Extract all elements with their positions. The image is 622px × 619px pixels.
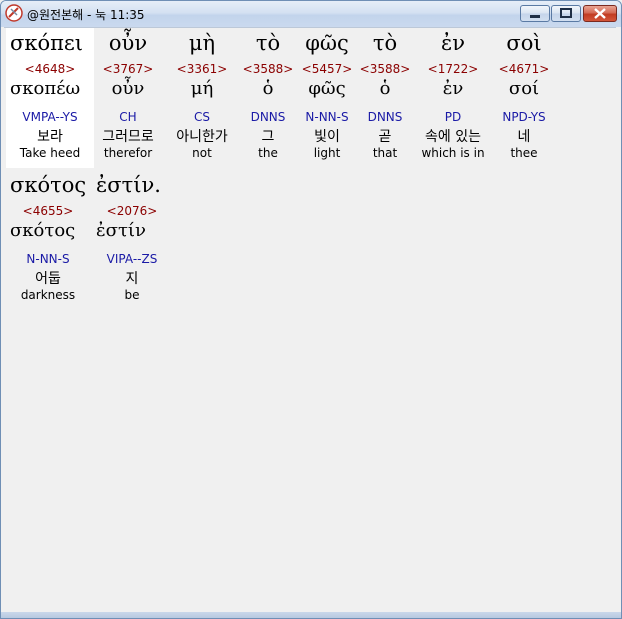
greek-lemma: φῶς [308, 78, 346, 99]
korean-gloss: 아니한가 [176, 129, 228, 145]
greek-word: φῶς [305, 31, 349, 55]
english-gloss: the [258, 146, 278, 160]
greek-word: ἐστίν. [96, 173, 161, 197]
parsing-code: DNNS [367, 110, 403, 124]
korean-gloss: 속에 있는 [425, 129, 481, 145]
word-block[interactable]: τὸ <3588> ὁ DNNS 그 the [237, 28, 299, 168]
greek-lemma: ὁ [379, 78, 391, 99]
korean-gloss: 그 [261, 129, 275, 145]
window-title: @원전본해 - 눅 11:35 [27, 8, 145, 22]
greek-lemma: σκοπέω [10, 78, 81, 99]
greek-word: ἐν [440, 31, 466, 55]
greek-word: τὸ [255, 31, 281, 55]
strong-number: <3588> [242, 62, 294, 76]
korean-gloss: 그러므로 [102, 129, 154, 145]
strong-number: <3588> [359, 62, 411, 76]
content-area: σκόπει <4648> σκοπέω VMPA--YS 보라 Take he… [4, 27, 616, 613]
strong-number: <3361> [176, 62, 228, 76]
strong-number: <4655> [22, 204, 74, 218]
greek-lemma: ὁ [262, 78, 274, 99]
maximize-icon [560, 8, 572, 18]
korean-gloss: 네 [517, 129, 531, 145]
title-bar[interactable]: @원전본해 - 눅 11:35 [1, 1, 621, 27]
app-icon[interactable] [5, 4, 23, 22]
greek-word: οὖν [108, 31, 148, 55]
english-gloss: thee [510, 146, 538, 160]
korean-gloss: 보라 [37, 129, 63, 145]
parsing-code: PD [444, 110, 462, 124]
word-block[interactable]: ἐστίν. <2076> ἐστίν VIPA--ZS 지 be [92, 170, 172, 310]
english-gloss: that [372, 146, 398, 160]
korean-gloss: 곧 [378, 129, 392, 145]
close-icon [594, 8, 606, 19]
minimize-button[interactable] [520, 5, 550, 22]
greek-lemma: οὖν [111, 78, 145, 99]
english-gloss: be [124, 288, 140, 302]
english-gloss: which is in [421, 146, 485, 160]
greek-lemma: ἐστίν [96, 220, 146, 241]
word-block[interactable]: φῶς <5457> φῶς N-NN-S 빛이 light [297, 28, 357, 168]
strong-number: <4648> [24, 62, 76, 76]
greek-word: σοὶ [506, 31, 542, 55]
parsing-code: NPD-YS [502, 110, 546, 124]
parsing-code: CH [119, 110, 137, 124]
word-block[interactable]: σοὶ <4671> σοί NPD-YS 네 thee [491, 28, 557, 168]
window-bottom-border [1, 612, 621, 618]
word-block[interactable]: τὸ <3588> ὁ DNNS 곧 that [356, 28, 414, 168]
english-gloss: therefor [103, 146, 153, 160]
greek-word: σκότος [10, 173, 87, 197]
greek-lemma: σκότος [10, 220, 76, 241]
word-block[interactable]: σκόπει <4648> σκοπέω VMPA--YS 보라 Take he… [6, 28, 94, 168]
english-gloss: light [313, 146, 341, 160]
strong-number: <2076> [106, 204, 158, 218]
strong-number: <4671> [498, 62, 550, 76]
word-block[interactable]: μὴ <3361> μή CS 아니한가 not [167, 28, 237, 168]
parsing-code: N-NN-S [305, 110, 349, 124]
strong-number: <3767> [102, 62, 154, 76]
maximize-button[interactable] [551, 5, 581, 22]
strong-number: <5457> [301, 62, 353, 76]
word-block[interactable]: οὖν <3767> οὖν CH 그러므로 therefor [87, 28, 169, 168]
parsing-code: CS [194, 110, 210, 124]
korean-gloss: 빛이 [314, 129, 340, 145]
minimize-icon [530, 15, 540, 18]
greek-lemma: ἐν [442, 78, 464, 99]
english-gloss: Take heed [19, 146, 81, 160]
parsing-code: DNNS [250, 110, 286, 124]
korean-gloss: 지 [125, 271, 139, 287]
parsing-code: N-NN-S [26, 252, 70, 266]
korean-gloss: 어둡 [35, 271, 61, 287]
word-block[interactable]: σκότος <4655> σκότος N-NN-S 어둡 darkness [6, 170, 90, 310]
greek-word: μὴ [188, 31, 216, 55]
app-window: @원전본해 - 눅 11:35 σκόπει <4648> σκοπέω VMP… [0, 0, 622, 619]
close-button[interactable] [583, 5, 617, 22]
greek-word: τὸ [372, 31, 398, 55]
greek-lemma: σοί [508, 78, 540, 99]
word-block[interactable]: ἐν <1722> ἐν PD 속에 있는 which is in [414, 28, 492, 168]
english-gloss: not [192, 146, 212, 160]
greek-lemma: μή [190, 78, 214, 99]
strong-number: <1722> [427, 62, 479, 76]
greek-word: σκόπει [10, 31, 84, 55]
english-gloss: darkness [20, 288, 76, 302]
parsing-code: VIPA--ZS [106, 252, 158, 266]
parsing-code: VMPA--YS [22, 110, 78, 124]
